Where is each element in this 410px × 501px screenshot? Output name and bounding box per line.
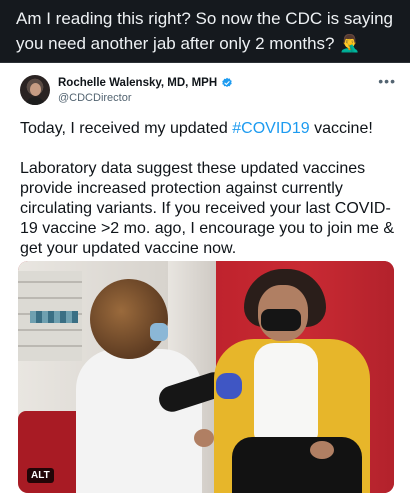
photo-hand-2 [310, 441, 334, 459]
photo-nurse-body [76, 349, 202, 493]
photo-patient-mask [261, 309, 301, 331]
tweet-paragraph-2: Laboratory data suggest these updated va… [20, 160, 395, 257]
photo-nurse-hair [90, 279, 168, 359]
photo-hand [194, 429, 214, 447]
author-name[interactable]: Rochelle Walensky, MD, MPH [58, 77, 217, 89]
author-handle[interactable]: @CDCDirector [58, 92, 132, 104]
tweet-text: Today, I received my updated #COVID19 va… [20, 119, 395, 259]
avatar[interactable] [20, 75, 50, 105]
hashtag-link[interactable]: #COVID19 [232, 120, 309, 137]
tweet-photo[interactable]: ALT [18, 261, 394, 493]
alt-text-badge[interactable]: ALT [27, 468, 54, 483]
author-name-row[interactable]: Rochelle Walensky, MD, MPH [58, 77, 233, 89]
post-caption: Am I reading this right? So now the CDC … [16, 9, 394, 53]
verified-badge-icon [222, 77, 232, 88]
avatar-shirt [25, 97, 45, 105]
embedded-tweet-card[interactable]: Rochelle Walensky, MD, MPH @CDCDirector … [0, 62, 410, 501]
photo-patient-blouse [254, 343, 318, 443]
tweet-line-1-suffix: vaccine! [309, 120, 373, 137]
avatar-face [30, 83, 41, 96]
photo-glove [216, 373, 242, 399]
photo-bins [30, 311, 78, 323]
photo-patient-pants [232, 437, 362, 493]
tweet-line-1-prefix: Today, I received my updated [20, 120, 233, 137]
more-options-icon[interactable]: ••• [378, 73, 396, 89]
photo-nurse-mask [150, 323, 168, 341]
tweet-line-1: Today, I received my updated #COVID19 va… [20, 119, 395, 139]
